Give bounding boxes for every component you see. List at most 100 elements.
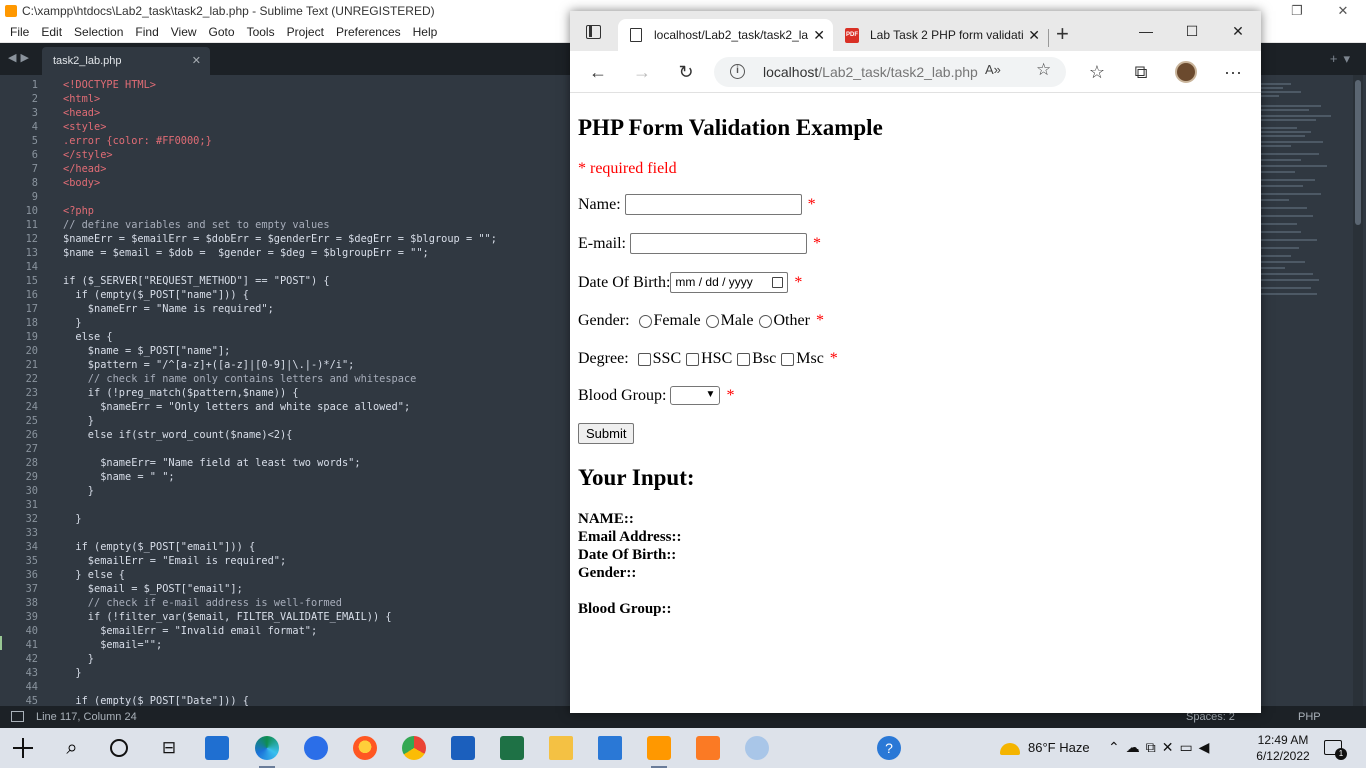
cortana-icon[interactable] xyxy=(110,739,128,757)
tab-close-icon[interactable]: ✕ xyxy=(1028,19,1040,51)
code-text: $emailErr = "Invalid email format"; xyxy=(63,625,318,637)
dob-label: Date Of Birth: xyxy=(578,273,671,291)
word-icon[interactable] xyxy=(451,736,475,760)
line-number: 27 xyxy=(25,443,38,455)
firefox-dev-icon[interactable] xyxy=(304,736,328,760)
minimap-line xyxy=(1261,215,1313,217)
add-favorite-icon[interactable]: ☆ xyxy=(1036,60,1051,80)
degree-msc-checkbox[interactable] xyxy=(781,352,795,366)
gender-female-radio[interactable] xyxy=(638,314,652,328)
menu-preferences[interactable]: Preferences xyxy=(330,25,407,39)
menu-project[interactable]: Project xyxy=(281,25,330,39)
menu-tools[interactable]: Tools xyxy=(241,25,281,39)
mail-icon[interactable] xyxy=(598,736,622,760)
blood-group-select[interactable]: ▼ xyxy=(670,386,721,405)
system-tray-icons[interactable]: ⌃☁⧉✕▭◀ xyxy=(1108,739,1215,756)
minimap[interactable] xyxy=(1255,75,1353,706)
menu-help[interactable]: Help xyxy=(407,25,444,39)
panel-toggle-icon[interactable] xyxy=(11,711,24,722)
dob-input[interactable]: mm / dd / yyyy xyxy=(670,272,789,293)
line-number: 2 xyxy=(31,93,38,105)
help-icon[interactable]: ? xyxy=(877,736,901,760)
minimap-line xyxy=(1261,223,1297,225)
email-input[interactable] xyxy=(629,233,807,254)
close-icon[interactable]: ✕ xyxy=(1215,11,1261,51)
new-tab-dropdown-icon[interactable]: +▾ xyxy=(1330,51,1356,67)
minimap-line xyxy=(1261,287,1311,289)
tab-close-icon[interactable]: ✕ xyxy=(813,19,825,51)
minimap-line xyxy=(1261,261,1305,263)
tab-close-icon[interactable]: ✕ xyxy=(192,47,201,75)
sublime-taskbar-icon[interactable] xyxy=(647,736,671,768)
minimize-icon[interactable]: — xyxy=(1123,11,1169,51)
notification-count: 1 xyxy=(1335,748,1347,760)
editor-scrollbar[interactable] xyxy=(1353,75,1363,706)
menu-selection[interactable]: Selection xyxy=(68,25,129,39)
minimap-line xyxy=(1261,247,1299,249)
browser-tab-strip: localhost/Lab2_task/task2_la ✕ PDF Lab T… xyxy=(570,11,1261,51)
menu-edit[interactable]: Edit xyxy=(35,25,68,39)
close-icon[interactable]: ✕ xyxy=(1320,0,1366,22)
line-number: 11 xyxy=(25,219,38,231)
degree-hsc-checkbox[interactable] xyxy=(686,352,700,366)
settings-more-icon[interactable]: ··· xyxy=(1220,60,1246,84)
excel-icon[interactable] xyxy=(500,736,524,760)
menu-find[interactable]: Find xyxy=(129,25,164,39)
weather-widget[interactable]: 86°F Haze xyxy=(1000,740,1090,755)
syntax-setting[interactable]: PHP xyxy=(1298,706,1321,728)
refresh-icon[interactable]: ↻ xyxy=(673,60,699,84)
back-icon[interactable]: ← xyxy=(585,60,611,84)
line-number: 32 xyxy=(25,513,38,525)
browser-tab-active[interactable]: localhost/Lab2_task/task2_la ✕ xyxy=(618,19,833,51)
name-input[interactable] xyxy=(624,194,802,215)
line-number: 5 xyxy=(31,135,38,147)
menu-goto[interactable]: Goto xyxy=(203,25,241,39)
clock-date: 6/12/2022 xyxy=(1256,749,1310,763)
file-explorer-icon[interactable] xyxy=(549,736,573,760)
maximize-icon[interactable]: ☐ xyxy=(1169,11,1215,51)
menu-file[interactable]: File xyxy=(4,25,35,39)
tab-nav-arrows-icon[interactable]: ◀▶ xyxy=(8,51,33,64)
menu-view[interactable]: View xyxy=(165,25,203,39)
search-icon[interactable]: ⌕ xyxy=(60,736,84,760)
editor-tab[interactable]: task2_lab.php ✕ xyxy=(42,47,210,75)
forward-icon[interactable]: → xyxy=(629,60,655,84)
store-icon[interactable] xyxy=(205,736,229,760)
minimap-line xyxy=(1261,293,1317,295)
degree-hsc-label: HSC xyxy=(701,350,733,367)
code-text: } else { xyxy=(63,569,125,581)
profile-avatar[interactable] xyxy=(1175,61,1197,83)
gender-other-radio[interactable] xyxy=(758,314,772,328)
scrollbar-thumb[interactable] xyxy=(1355,80,1361,225)
code-text: $name = " "; xyxy=(63,471,175,483)
collections-icon[interactable]: ⧉ xyxy=(1128,60,1154,84)
notification-icon[interactable]: 1 xyxy=(1324,740,1347,760)
edge-taskbar-icon[interactable] xyxy=(255,736,279,768)
paint-icon[interactable] xyxy=(745,736,769,760)
read-aloud-icon[interactable]: A» xyxy=(985,62,1001,77)
address-bar[interactable]: i localhost/Lab2_task/task2_lab.php A» ☆ xyxy=(714,57,1066,87)
clock-time: 12:49 AM xyxy=(1257,733,1309,747)
favorites-icon[interactable]: ☆ xyxy=(1084,60,1110,84)
code-text: $nameErr= "Name field at least two words… xyxy=(63,457,361,469)
gender-male-radio[interactable] xyxy=(705,314,719,328)
tab-actions-icon[interactable] xyxy=(586,25,601,39)
taskbar-clock[interactable]: 12:49 AM 6/12/2022 xyxy=(1255,732,1311,764)
start-icon[interactable] xyxy=(13,738,33,758)
page-title: PHP Form Validation Example xyxy=(578,115,883,140)
degree-ssc-checkbox[interactable] xyxy=(637,352,651,366)
xampp-icon[interactable] xyxy=(696,736,720,760)
line-number: 16 xyxy=(25,289,38,301)
new-tab-icon[interactable]: + xyxy=(1056,23,1069,45)
address-url[interactable]: localhost/Lab2_task/task2_lab.php xyxy=(763,57,978,87)
restore-icon[interactable]: ❐ xyxy=(1274,0,1320,22)
site-info-icon[interactable]: i xyxy=(730,64,745,79)
output-blood-group: Blood Group:: xyxy=(578,601,672,617)
calendar-icon[interactable] xyxy=(772,277,784,288)
submit-button[interactable]: Submit xyxy=(578,423,635,444)
degree-bsc-checkbox[interactable] xyxy=(737,352,751,366)
chrome-icon[interactable] xyxy=(402,736,426,760)
firefox-icon[interactable] xyxy=(353,736,377,760)
browser-tab[interactable]: PDF Lab Task 2 PHP form validati ✕ xyxy=(836,19,1048,51)
task-view-icon[interactable]: ⊟ xyxy=(157,736,181,760)
